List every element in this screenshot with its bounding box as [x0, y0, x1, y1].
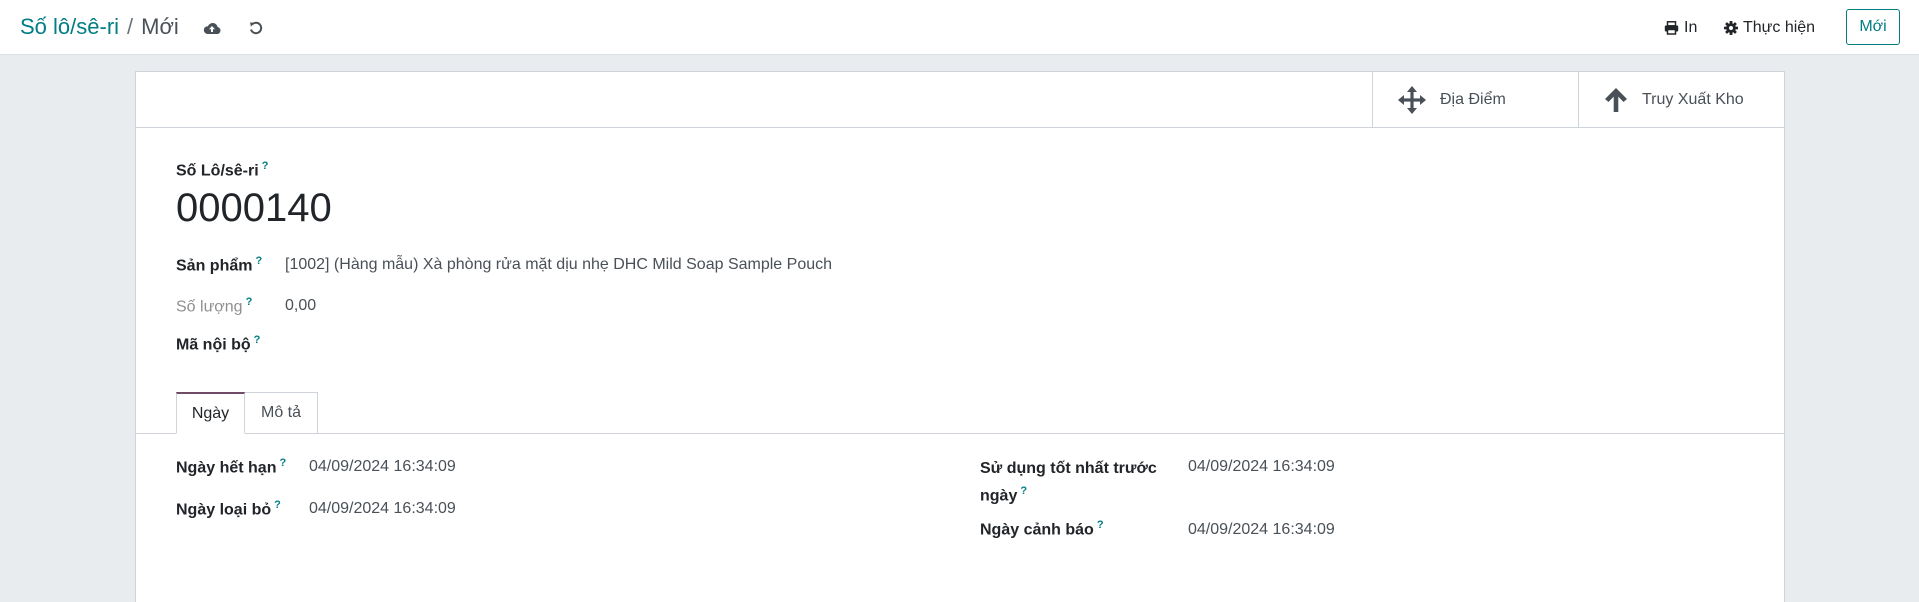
- expiration-date-field[interactable]: 04/09/2024 16:34:09: [309, 458, 456, 476]
- help-tooltip-icon[interactable]: ?: [1097, 519, 1104, 531]
- cloud-upload-icon[interactable]: [200, 16, 224, 40]
- printer-icon: [1664, 21, 1679, 35]
- actions-menu-button[interactable]: Thực hiện: [1724, 16, 1815, 40]
- breadcrumb-current: Mới: [141, 14, 179, 39]
- internal-reference-label: Mã nội bộ?: [176, 334, 261, 354]
- traceability-smart-button[interactable]: Truy Xuất Kho: [1578, 72, 1784, 127]
- lot-number-input[interactable]: 0000140: [176, 184, 332, 232]
- arrow-up-icon: [1605, 87, 1627, 112]
- lot-number-label: Số Lô/sê-ri?: [176, 160, 269, 180]
- locations-label: Địa Điểm: [1440, 90, 1506, 108]
- traceability-label: Truy Xuất Kho: [1642, 90, 1744, 108]
- alert-date-label: Ngày cảnh báo?: [980, 519, 1104, 539]
- removal-date-field[interactable]: 04/09/2024 16:34:09: [309, 500, 456, 518]
- removal-date-label: Ngày loại bỏ?: [176, 499, 281, 519]
- print-label: In: [1684, 19, 1698, 36]
- quantity-label: Số lượng?: [176, 296, 253, 316]
- best-before-date-label: Sử dụng tốt nhất trước ngày?: [980, 460, 1157, 505]
- breadcrumb-parent-link[interactable]: Số lô/sê-ri: [20, 12, 119, 42]
- help-tooltip-icon[interactable]: ?: [1020, 485, 1027, 497]
- help-tooltip-icon[interactable]: ?: [255, 255, 262, 267]
- tab-dates[interactable]: Ngày: [176, 392, 245, 434]
- move-arrows-icon: [1398, 85, 1426, 114]
- new-record-button[interactable]: Mới: [1846, 9, 1900, 45]
- actions-label: Thực hiện: [1743, 19, 1816, 36]
- locations-smart-button[interactable]: Địa Điểm: [1372, 72, 1578, 127]
- product-field[interactable]: [1002] (Hàng mẫu) Xà phòng rửa mặt dịu n…: [285, 256, 832, 274]
- expiration-date-label: Ngày hết hạn?: [176, 457, 287, 477]
- undo-icon[interactable]: [244, 16, 268, 40]
- quantity-value: 0,00: [285, 297, 317, 314]
- smart-button-box: Địa Điểm Truy Xuất Kho: [136, 72, 1784, 128]
- control-panel: Số lô/sê-ri / Mới In Thực hiện Mới: [0, 0, 1919, 55]
- product-label: Sản phẩm?: [176, 255, 263, 275]
- alert-date-field[interactable]: 04/09/2024 16:34:09: [1188, 521, 1335, 539]
- tab-description[interactable]: Mô tả: [245, 392, 318, 434]
- help-tooltip-icon[interactable]: ?: [262, 160, 269, 172]
- gear-icon: [1724, 21, 1738, 35]
- print-button[interactable]: In: [1664, 16, 1697, 40]
- help-tooltip-icon[interactable]: ?: [279, 457, 286, 469]
- breadcrumb: Số lô/sê-ri / Mới: [20, 12, 179, 42]
- tabs-divider: [136, 433, 1784, 434]
- best-before-date-field[interactable]: 04/09/2024 16:34:09: [1188, 458, 1335, 476]
- help-tooltip-icon[interactable]: ?: [254, 334, 261, 346]
- help-tooltip-icon[interactable]: ?: [274, 499, 281, 511]
- form-sheet: Địa Điểm Truy Xuất Kho Số Lô/sê-ri? 0000…: [135, 71, 1785, 602]
- breadcrumb-separator: /: [127, 14, 134, 39]
- help-tooltip-icon[interactable]: ?: [246, 296, 253, 308]
